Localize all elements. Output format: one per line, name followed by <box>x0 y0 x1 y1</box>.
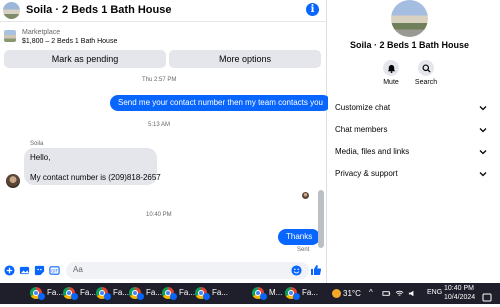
section-privacy-support[interactable]: Privacy & support <box>335 169 487 183</box>
section-label: Privacy & support <box>335 169 398 178</box>
details-avatar <box>391 0 428 37</box>
search-icon <box>421 63 431 73</box>
search-button[interactable]: Search <box>414 60 438 86</box>
info-icon[interactable]: i <box>306 3 319 16</box>
battery-icon[interactable] <box>382 289 391 298</box>
facebook-badge-icon <box>203 293 210 300</box>
chevron-down-icon <box>479 128 487 133</box>
conversation-title[interactable]: Soila · 2 Beds 1 Bath House <box>26 4 171 16</box>
mark-as-pending-button[interactable]: Mark as pending <box>4 50 166 68</box>
weather-temperature[interactable]: 31°C <box>343 289 361 298</box>
section-customize-chat[interactable]: Customize chat <box>335 103 487 117</box>
conversation-details: Soila · 2 Beds 1 Bath House Mute Search … <box>328 0 500 283</box>
clock-time[interactable]: 10:40 PM <box>444 285 474 292</box>
mute-button[interactable]: Mute <box>379 60 403 86</box>
notifications-icon[interactable] <box>482 289 492 302</box>
taskbar-app-label: Fa... <box>47 288 64 297</box>
sender-name: Soila <box>30 141 44 147</box>
facebook-badge-icon <box>293 293 300 300</box>
incoming-message[interactable]: Hello, My contact number is (209)818-265… <box>24 148 161 185</box>
weather-icon[interactable] <box>332 289 341 298</box>
section-media-files-links[interactable]: Media, files and links <box>335 147 487 161</box>
composer: GIF Aa <box>0 258 327 283</box>
seen-indicator-avatar <box>302 192 309 199</box>
bell-icon <box>387 64 395 73</box>
timestamp: 5:13 AM <box>148 122 171 128</box>
taskbar-app-label: Fa... <box>302 288 319 297</box>
delivery-status: Sent <box>297 247 310 253</box>
facebook-badge-icon <box>170 293 177 300</box>
section-label: Media, files and links <box>335 147 410 156</box>
outgoing-message[interactable]: Thanks <box>278 229 321 245</box>
listing-thumbnail <box>4 30 16 42</box>
taskbar-app-label: Fa... <box>179 288 196 297</box>
facebook-badge-icon <box>38 293 45 300</box>
taskbar-app-label: Fa... <box>146 288 163 297</box>
facebook-badge-icon <box>137 293 144 300</box>
search-label: Search <box>414 79 438 86</box>
facebook-badge-icon <box>104 293 111 300</box>
section-chat-members[interactable]: Chat members <box>335 125 487 139</box>
message-line: Hello, <box>30 153 51 162</box>
details-title: Soila · 2 Beds 1 Bath House <box>349 40 470 50</box>
windows-taskbar: Fa... Fa... Fa... Fa... Fa... Fa... M... Fa... … <box>0 283 500 304</box>
chat-pane: Soila · 2 Beds 1 Bath House i Marketplac… <box>0 0 331 283</box>
outgoing-message[interactable]: Send me your contact number then my team… <box>110 95 331 111</box>
chevron-down-icon <box>479 106 487 111</box>
listing-source: Marketplace <box>22 29 61 36</box>
taskbar-app-label: Fa... <box>113 288 130 297</box>
sender-avatar[interactable] <box>6 174 20 188</box>
image-icon[interactable] <box>19 265 30 276</box>
sticker-icon[interactable] <box>34 265 45 276</box>
timestamp: 10:40 PM <box>146 212 172 218</box>
message-list: Thu 2:57 PM Send me your contact number … <box>0 70 331 258</box>
facebook-badge-icon <box>71 293 78 300</box>
language-indicator[interactable]: ENG <box>427 289 442 296</box>
more-options-button[interactable]: More options <box>169 50 321 68</box>
plus-icon[interactable] <box>4 265 15 276</box>
wifi-icon[interactable] <box>395 289 404 298</box>
section-label: Customize chat <box>335 103 391 112</box>
mute-label: Mute <box>383 79 399 86</box>
messenger-window: Soila · 2 Beds 1 Bath House i Marketplac… <box>0 0 500 283</box>
taskbar-app-label: Fa... <box>212 288 229 297</box>
scrollbar-thumb[interactable] <box>318 190 324 248</box>
svg-text:GIF: GIF <box>51 268 58 273</box>
message-input[interactable]: Aa <box>66 262 309 279</box>
conversation-avatar[interactable] <box>3 2 20 19</box>
marketplace-listing[interactable]: Marketplace $1,800 – 2 Beds 1 Bath House <box>0 24 327 48</box>
volume-icon[interactable] <box>408 289 417 298</box>
message-input-placeholder: Aa <box>73 265 83 274</box>
emoji-icon[interactable] <box>291 265 302 276</box>
chevron-down-icon <box>479 150 487 155</box>
section-label: Chat members <box>335 125 388 134</box>
listing-description: $1,800 – 2 Beds 1 Bath House <box>22 38 118 45</box>
gif-icon[interactable]: GIF <box>49 265 60 276</box>
taskbar-app-label: Fa... <box>80 288 97 297</box>
taskbar-app-label: M... <box>269 288 283 297</box>
facebook-badge-icon <box>260 293 267 300</box>
clock-date[interactable]: 10/4/2024 <box>444 294 475 301</box>
thumbs-up-icon[interactable] <box>310 264 322 276</box>
timestamp: Thu 2:57 PM <box>142 77 177 83</box>
chevron-up-icon[interactable]: ^ <box>369 288 373 297</box>
chevron-down-icon <box>479 172 487 177</box>
chat-header: Soila · 2 Beds 1 Bath House i <box>0 0 327 22</box>
message-line: My contact number is (209)818-2657 <box>30 173 161 182</box>
